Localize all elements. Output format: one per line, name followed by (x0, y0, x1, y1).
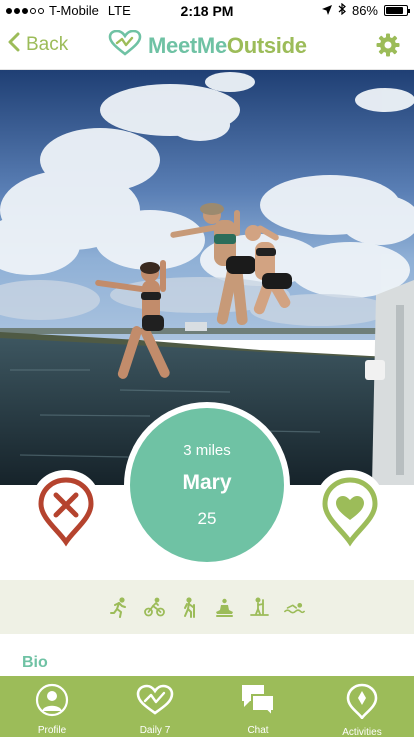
running-icon (109, 596, 130, 618)
location-pin-icon (345, 683, 379, 724)
bio-heading: Bio (22, 654, 48, 671)
chat-icon (240, 683, 276, 722)
profile-summary-circle: 3 miles Mary 25 (124, 402, 290, 568)
tab-chat[interactable]: Chat (206, 676, 310, 737)
gear-icon (376, 33, 400, 61)
tab-activities[interactable]: Activities (310, 676, 414, 737)
status-bar: T-Mobile LTE 2:18 PM 86% (0, 0, 414, 22)
back-button[interactable]: Back (8, 32, 68, 58)
paddleboarding-icon (249, 596, 270, 618)
hiking-icon (179, 596, 200, 618)
settings-button[interactable] (376, 33, 400, 62)
heart-pin-icon (312, 470, 388, 556)
cycling-icon (144, 597, 165, 618)
heart-logo-icon (108, 29, 142, 61)
tab-bar: Profile Daily 7 Chat Activities (0, 676, 414, 737)
profile-age: 25 (197, 508, 217, 528)
logo-text-meetme: MeetMe (148, 32, 227, 58)
tab-profile-label: Profile (37, 725, 67, 736)
battery-percent: 86% (351, 3, 378, 18)
meditation-icon (214, 597, 235, 618)
reject-button[interactable] (28, 468, 104, 557)
back-label: Back (26, 34, 69, 55)
distance-label: 3 miles (183, 441, 231, 459)
battery-icon (384, 5, 410, 16)
tab-activities-label: Activities (342, 727, 382, 737)
status-right: 86% (321, 2, 410, 18)
app-screen: T-Mobile LTE 2:18 PM 86% Back MeetMeOuts… (0, 0, 414, 737)
app-logo: MeetMeOutside (108, 29, 307, 61)
daily-heart-icon (135, 683, 175, 722)
swimming-icon (284, 597, 305, 618)
reject-x-pin-icon (28, 470, 104, 556)
tab-profile[interactable]: Profile (0, 676, 104, 737)
battery-level-fill (386, 7, 404, 14)
location-arrow-icon (321, 3, 332, 18)
activity-strip (0, 580, 414, 634)
bluetooth-icon (338, 2, 346, 18)
navigation-bar: Back MeetMeOutside (0, 22, 414, 70)
logo-text-outside: Outside (226, 32, 307, 58)
tab-daily-7-label: Daily 7 (139, 725, 171, 736)
tab-daily-7[interactable]: Daily 7 (103, 676, 207, 737)
profile-name: Mary (182, 470, 232, 494)
person-icon (35, 683, 69, 722)
bio-section: Bio (0, 634, 414, 676)
tab-chat-label: Chat (247, 725, 269, 736)
chevron-left-icon (8, 32, 20, 58)
like-button[interactable] (312, 468, 388, 557)
